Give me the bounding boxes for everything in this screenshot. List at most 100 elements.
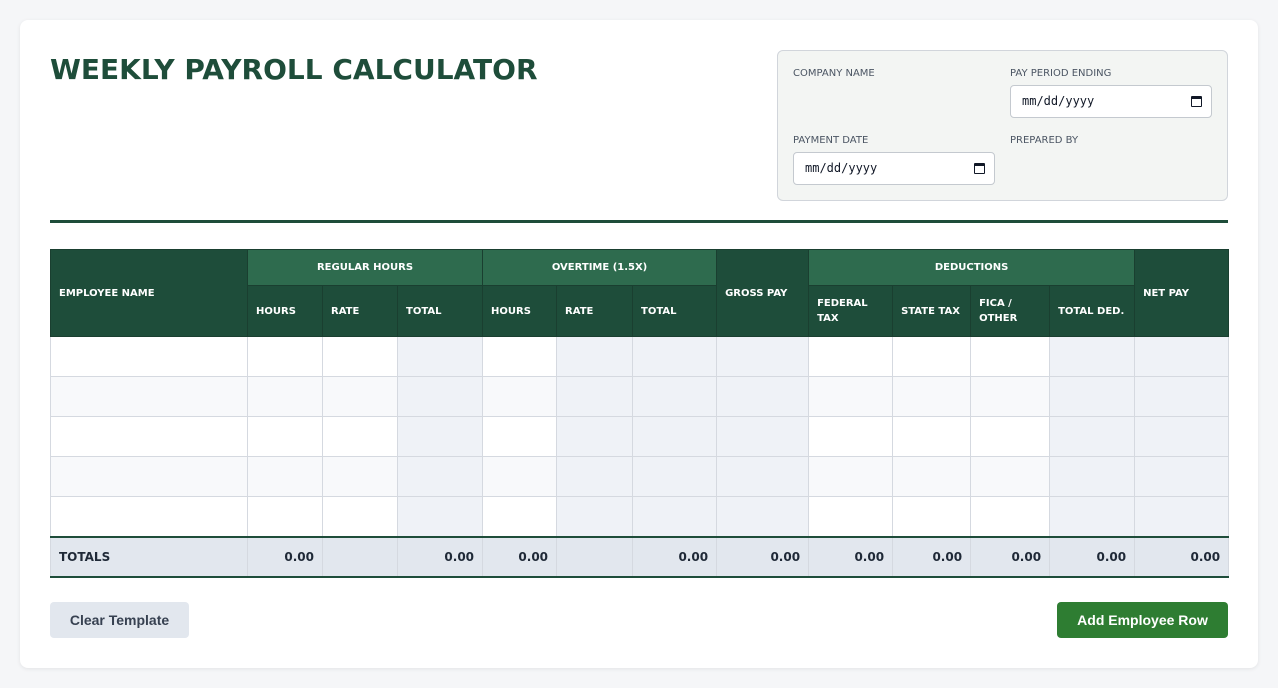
ot-hours-cell[interactable] — [482, 376, 558, 417]
employee-name-cell[interactable] — [50, 336, 248, 377]
total-ot-total: 0.00 — [632, 535, 718, 578]
gross-pay-cell — [716, 376, 810, 417]
payment-date-value: mm/dd/yyyy — [805, 161, 878, 175]
fica-line-1: FICA / — [979, 298, 1012, 309]
reg-total-cell — [396, 416, 484, 457]
pay-period-ending-value: mm/dd/yyyy — [1022, 94, 1095, 108]
col-employee-name: EMPLOYEE NAME — [50, 249, 248, 337]
federal-tax-cell[interactable] — [808, 456, 894, 497]
federal-tax-cell[interactable] — [808, 376, 894, 417]
col-reg-total: TOTAL — [396, 285, 484, 337]
ot-rate-cell — [556, 496, 634, 537]
col-ot-hours: HOURS — [482, 285, 558, 337]
ot-hours-cell[interactable] — [482, 336, 558, 377]
col-net-pay: NET PAY — [1134, 249, 1230, 337]
reg-rate-cell[interactable] — [322, 496, 398, 537]
ot-total-cell — [632, 456, 718, 497]
reg-hours-cell[interactable] — [247, 456, 323, 497]
pay-period-ending-input[interactable]: mm/dd/yyyy — [1010, 85, 1212, 118]
fica-cell[interactable] — [970, 376, 1051, 417]
payroll-info-panel: COMPANY NAME PAY PERIOD ENDING mm/dd/yyy… — [777, 50, 1228, 201]
total-ot-hours: 0.00 — [482, 535, 558, 578]
fica-cell[interactable] — [970, 416, 1051, 457]
fica-cell[interactable] — [970, 496, 1051, 537]
federal-tax-cell[interactable] — [808, 336, 894, 377]
fica-line-2: OTHER — [979, 313, 1018, 324]
net-pay-cell — [1134, 416, 1230, 457]
table-row — [50, 416, 1230, 457]
ot-total-cell — [632, 376, 718, 417]
total-ded-cell — [1049, 496, 1136, 537]
totals-row: TOTALS 0.00 0.00 0.00 0.00 0.00 0.00 0.0… — [50, 535, 1230, 578]
net-pay-cell — [1134, 336, 1230, 377]
ot-rate-cell — [556, 416, 634, 457]
col-federal-tax: FEDERAL TAX — [808, 285, 894, 337]
employee-name-cell[interactable] — [50, 456, 248, 497]
col-gross-pay: GROSS PAY — [716, 249, 810, 337]
clear-template-button[interactable]: Clear Template — [50, 602, 189, 638]
reg-hours-cell[interactable] — [247, 496, 323, 537]
calendar-icon[interactable] — [1191, 96, 1202, 107]
calendar-icon[interactable] — [974, 163, 985, 174]
col-group-regular-hours: REGULAR HOURS — [246, 249, 484, 286]
employee-name-cell[interactable] — [50, 416, 248, 457]
header-group-row: EMPLOYEE NAME REGULAR HOURS OVERTIME (1.… — [50, 249, 1230, 337]
ot-hours-cell[interactable] — [482, 416, 558, 457]
reg-total-cell — [396, 336, 484, 377]
reg-rate-cell[interactable] — [322, 456, 398, 497]
table-row — [50, 376, 1230, 417]
employee-name-cell[interactable] — [50, 496, 248, 537]
payment-date-label: PAYMENT DATE — [793, 135, 869, 146]
federal-tax-cell[interactable] — [808, 496, 894, 537]
col-reg-rate: RATE — [322, 285, 398, 337]
ot-hours-cell[interactable] — [482, 496, 558, 537]
total-federal-tax: 0.00 — [808, 535, 894, 578]
payment-date-input[interactable]: mm/dd/yyyy — [793, 152, 995, 185]
state-tax-cell[interactable] — [892, 416, 972, 457]
total-ded-cell — [1049, 456, 1136, 497]
ot-rate-cell — [556, 456, 634, 497]
fica-cell[interactable] — [970, 336, 1051, 377]
reg-rate-cell[interactable] — [322, 336, 398, 377]
col-reg-hours: HOURS — [247, 285, 323, 337]
employee-name-cell[interactable] — [50, 376, 248, 417]
col-ot-rate: RATE — [556, 285, 634, 337]
state-tax-cell[interactable] — [892, 496, 972, 537]
total-gross-pay: 0.00 — [716, 535, 810, 578]
federal-tax-line-2: TAX — [817, 313, 839, 324]
ot-rate-cell — [556, 376, 634, 417]
fica-cell[interactable] — [970, 456, 1051, 497]
ot-total-cell — [632, 496, 718, 537]
reg-hours-cell[interactable] — [247, 416, 323, 457]
company-name-label: COMPANY NAME — [793, 68, 875, 79]
reg-hours-cell[interactable] — [247, 336, 323, 377]
total-ded-cell — [1049, 416, 1136, 457]
col-fica-other: FICA / OTHER — [970, 285, 1051, 337]
totals-label: TOTALS — [50, 535, 248, 578]
total-reg-total: 0.00 — [396, 535, 484, 578]
table-row — [50, 336, 1230, 377]
payroll-table: EMPLOYEE NAME REGULAR HOURS OVERTIME (1.… — [50, 249, 1230, 578]
state-tax-cell[interactable] — [892, 456, 972, 497]
gross-pay-cell — [716, 336, 810, 377]
payroll-card: WEEKLY PAYROLL CALCULATOR COMPANY NAME P… — [20, 20, 1258, 668]
total-deductions: 0.00 — [1049, 535, 1136, 578]
state-tax-cell[interactable] — [892, 336, 972, 377]
col-state-tax: STATE TAX — [892, 285, 972, 337]
add-employee-row-button[interactable]: Add Employee Row — [1057, 602, 1228, 638]
reg-total-cell — [396, 376, 484, 417]
reg-total-cell — [396, 496, 484, 537]
reg-rate-cell[interactable] — [322, 376, 398, 417]
reg-hours-cell[interactable] — [247, 376, 323, 417]
page-title: WEEKLY PAYROLL CALCULATOR — [50, 53, 538, 86]
total-reg-hours: 0.00 — [247, 535, 323, 578]
net-pay-cell — [1134, 496, 1230, 537]
col-total-ded: TOTAL DED. — [1049, 285, 1136, 337]
reg-total-cell — [396, 456, 484, 497]
ot-hours-cell[interactable] — [482, 456, 558, 497]
federal-tax-cell[interactable] — [808, 416, 894, 457]
state-tax-cell[interactable] — [892, 376, 972, 417]
col-group-overtime: OVERTIME (1.5X) — [482, 249, 718, 286]
reg-rate-cell[interactable] — [322, 416, 398, 457]
total-fica: 0.00 — [970, 535, 1051, 578]
